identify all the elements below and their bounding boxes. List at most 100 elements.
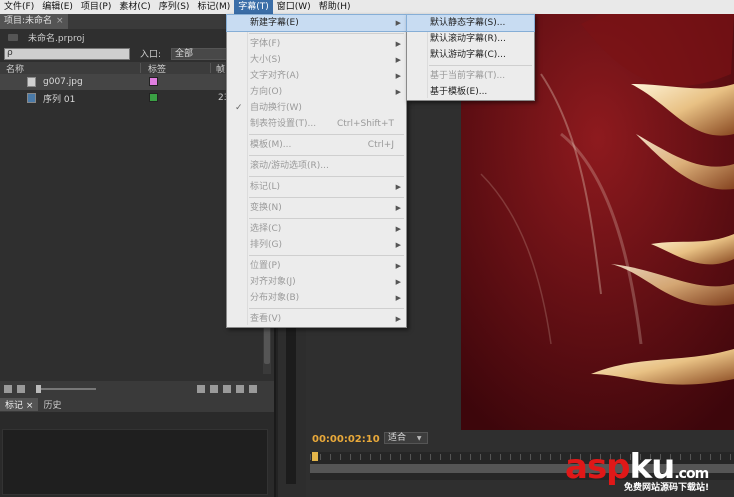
column-divider[interactable]: [210, 63, 211, 73]
menu-edit[interactable]: 编辑(E): [38, 0, 77, 14]
menu-item-label: 字体(F): [250, 39, 281, 49]
new-item-icon[interactable]: [236, 385, 244, 393]
label-swatch: [149, 93, 158, 102]
submenu-arrow-icon: ▶: [395, 88, 401, 96]
column-divider[interactable]: [140, 63, 141, 73]
image-file-icon: [27, 77, 36, 87]
automate-icon[interactable]: [197, 385, 205, 393]
menu-item-label: 大小(S): [250, 55, 281, 65]
menubar: 文件(F) 编辑(E) 项目(P) 素材(C) 序列(S) 标记(M) 字幕(T…: [0, 0, 734, 14]
trash-icon[interactable]: [249, 385, 257, 393]
menu-item[interactable]: 默认静态字幕(S)...: [406, 14, 535, 32]
menu-help[interactable]: 帮助(H): [315, 0, 355, 14]
menu-separator: [249, 255, 404, 256]
menu-window[interactable]: 窗口(W): [273, 0, 315, 14]
column-name[interactable]: 名称: [6, 62, 24, 75]
watermark-asp: asp: [565, 447, 631, 487]
project-file-name: 未命名.prproj: [28, 33, 85, 44]
menu-item-label: 查看(V): [250, 314, 282, 324]
submenu-arrow-icon: ▶: [395, 56, 401, 64]
project-toolbar: [0, 381, 274, 397]
submenu-arrow-icon: ▶: [395, 40, 401, 48]
menu-clip[interactable]: 素材(C): [115, 0, 154, 14]
menu-item: 分布对象(B) ▶: [227, 290, 406, 306]
column-frame[interactable]: 帧: [216, 62, 225, 75]
project-tab[interactable]: 项目:未命名 ×: [0, 14, 68, 29]
submenu-arrow-icon: ▶: [395, 72, 401, 80]
menu-item: 字体(F) ▶: [227, 36, 406, 52]
menu-item: 选择(C) ▶: [227, 221, 406, 237]
timecode[interactable]: 00:00:02:10: [312, 434, 380, 445]
chevron-down-icon: ▼: [416, 435, 422, 442]
label-swatch: [149, 77, 158, 86]
title-menu-items: 新建字幕(E) ▶ 字体(F) ▶ 大小(S) ▶ 文字对齐(A) ▶ 方向(O) ▶ ✓ 自动换行(…: [226, 14, 407, 327]
menu-item-label: 位置(P): [250, 261, 281, 271]
tab-history[interactable]: 历史: [38, 398, 66, 411]
menu-item-label: 方向(O): [250, 87, 283, 97]
menu-item: 文字对齐(A) ▶: [227, 68, 406, 84]
project-tab-label: 项目:未命名: [4, 16, 53, 26]
close-icon[interactable]: ×: [56, 14, 64, 29]
find-icon[interactable]: [210, 385, 218, 393]
submenu-arrow-icon: ▶: [395, 225, 401, 233]
menu-item[interactable]: 新建字幕(E) ▶: [226, 14, 407, 32]
menu-separator: [249, 134, 404, 135]
submenu-arrow-icon: ▶: [395, 241, 401, 249]
menu-item: 滚动/游动选项(R)...: [227, 158, 406, 174]
menu-item: 查看(V) ▶: [227, 311, 406, 327]
menu-item-shortcut: Ctrl+J: [367, 140, 394, 150]
entry-select[interactable]: 全部: [171, 47, 232, 60]
menu-item[interactable]: 基于模板(E)...: [407, 84, 534, 100]
close-icon[interactable]: ×: [26, 401, 34, 411]
submenu-arrow-icon: ▶: [395, 294, 401, 302]
menu-item-label: 对齐对象(J): [250, 277, 296, 287]
new-title-submenu: 默认静态字幕(S)... 默认滚动字幕(R)... 默认游动字幕(C)... 基于当前…: [406, 14, 535, 101]
menu-project[interactable]: 项目(P): [77, 0, 115, 14]
menu-separator: [249, 155, 404, 156]
zoom-fit-select[interactable]: 适合 ▼: [384, 432, 428, 444]
menu-item: 排列(G) ▶: [227, 237, 406, 253]
menu-item-label: 选择(C): [250, 224, 282, 234]
zoom-slider[interactable]: [36, 385, 96, 393]
menu-separator: [249, 218, 404, 219]
search-input[interactable]: ρ: [4, 47, 130, 60]
column-label[interactable]: 标签: [148, 62, 166, 75]
menu-separator: [429, 65, 532, 66]
menu-item: ✓ 自动换行(W): [227, 100, 406, 116]
icon-view-icon[interactable]: [17, 385, 25, 393]
tab-markers[interactable]: 标记 ×: [0, 398, 39, 411]
new-bin-icon[interactable]: [223, 385, 231, 393]
menu-item: 方向(O) ▶: [227, 84, 406, 100]
new-title-submenu-items: 默认静态字幕(S)... 默认滚动字幕(R)... 默认游动字幕(C)... 基于当前…: [406, 14, 535, 100]
menu-item[interactable]: 默认滚动字幕(R)...: [407, 31, 534, 47]
menu-file[interactable]: 文件(F): [0, 0, 38, 14]
sequence-icon: [27, 93, 36, 103]
menu-item: 变换(N) ▶: [227, 200, 406, 216]
tab-markers-label: 标记: [5, 401, 24, 411]
markers-panel: 标记 × 历史: [0, 397, 276, 497]
menu-item-label: 排列(G): [250, 240, 282, 250]
menu-item: 大小(S) ▶: [227, 52, 406, 68]
search-icon: ρ: [7, 47, 13, 58]
menu-item-label: 基于当前字幕(T)...: [430, 71, 506, 81]
menu-item-label: 模板(M)...: [250, 140, 292, 150]
folder-icon: [8, 33, 18, 41]
menu-item-label: 滚动/游动选项(R)...: [250, 161, 329, 171]
menu-separator: [249, 176, 404, 177]
playhead[interactable]: [312, 452, 318, 461]
menu-sequence[interactable]: 序列(S): [155, 0, 194, 14]
menu-item-label: 自动换行(W): [250, 103, 302, 113]
menu-title[interactable]: 字幕(T): [234, 0, 273, 14]
menu-item-label: 默认滚动字幕(R)...: [430, 34, 506, 44]
entry-label: 入口:: [140, 50, 162, 60]
list-view-icon[interactable]: [4, 385, 12, 393]
menu-item[interactable]: 默认游动字幕(C)...: [407, 47, 534, 63]
menu-marker[interactable]: 标记(M): [193, 0, 234, 14]
submenu-arrow-icon: ▶: [395, 183, 401, 191]
submenu-arrow-icon: ▶: [395, 315, 401, 323]
menu-item: 对齐对象(J) ▶: [227, 274, 406, 290]
menu-item-label: 默认静态字幕(S)...: [430, 18, 506, 28]
menu-separator: [249, 308, 404, 309]
menu-item-label: 新建字幕(E): [250, 18, 299, 28]
zoom-fit-value: 适合: [388, 433, 407, 443]
